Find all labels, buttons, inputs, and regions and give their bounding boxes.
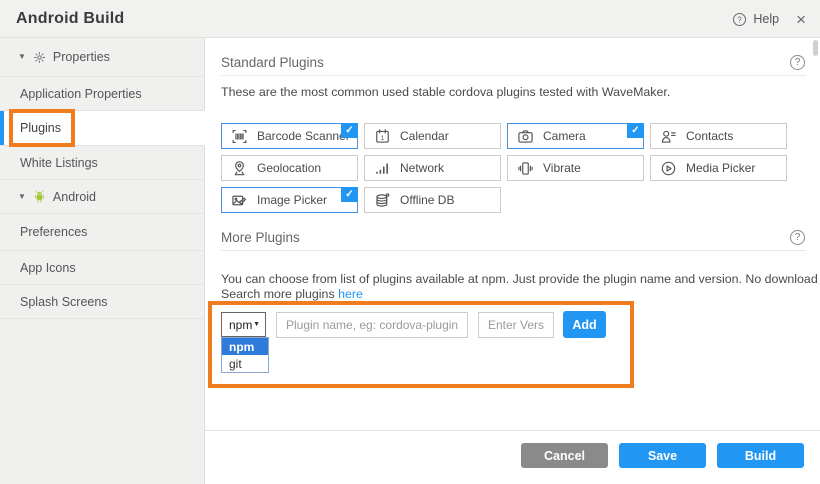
sidebar-item-application-properties[interactable]: Application Properties xyxy=(0,77,205,111)
sidebar-item-label: Plugins xyxy=(20,121,61,135)
sidebar-item-preferences[interactable]: Preferences xyxy=(0,214,205,251)
android-icon xyxy=(33,190,46,203)
check-icon: ✓ xyxy=(341,123,358,138)
sidebar-item-label: App Icons xyxy=(20,261,76,275)
main-content: Standard Plugins ? These are the most co… xyxy=(205,38,820,484)
chevron-down-icon: ▼ xyxy=(18,193,26,201)
sidebar-group-properties[interactable]: ▼ Properties xyxy=(0,38,205,77)
add-button[interactable]: Add xyxy=(563,311,606,338)
sidebar-item-app-icons[interactable]: App Icons xyxy=(0,251,205,285)
help-button[interactable]: ? Help xyxy=(732,12,779,27)
question-circle-icon[interactable]: ? xyxy=(790,230,805,245)
close-icon[interactable]: × xyxy=(796,11,806,28)
svg-text:1: 1 xyxy=(381,134,385,141)
sidebar-item-plugins[interactable]: Plugins xyxy=(0,111,206,146)
plugin-label: Media Picker xyxy=(686,161,755,175)
divider xyxy=(221,250,806,251)
plugin-tile-camera[interactable]: Camera ✓ xyxy=(507,123,644,149)
plugin-label: Geolocation xyxy=(257,161,321,175)
save-button[interactable]: Save xyxy=(619,443,706,468)
calendar-icon: 1 xyxy=(374,128,391,145)
image-picker-icon xyxy=(231,192,248,209)
check-icon: ✓ xyxy=(341,187,358,202)
search-plugins-line: Search more plugins here xyxy=(221,287,363,301)
plugin-label: Barcode Scanner xyxy=(257,129,350,143)
select-value: npm xyxy=(229,318,252,332)
dialog-header: Android Build ? Help × xyxy=(0,0,820,38)
camera-icon xyxy=(517,128,534,145)
sidebar-group-android[interactable]: ▼ Android xyxy=(0,180,205,214)
sidebar-group-label: Properties xyxy=(53,50,110,64)
sidebar: ▼ Properties Application Properties Plug… xyxy=(0,38,205,484)
plugin-label: Offline DB xyxy=(400,193,454,207)
sidebar-item-splash-screens[interactable]: Splash Screens xyxy=(0,285,205,319)
android-build-dialog: Android Build ? Help × ▼ Properties Appl… xyxy=(0,0,820,484)
plugin-label: Contacts xyxy=(686,129,733,143)
check-icon: ✓ xyxy=(627,123,644,138)
search-plugins-text: Search more plugins xyxy=(221,287,335,301)
geolocation-icon xyxy=(231,160,248,177)
sidebar-item-label: Application Properties xyxy=(20,87,142,101)
barcode-icon xyxy=(231,128,248,145)
more-plugins-title: More Plugins xyxy=(221,230,300,245)
chevron-down-icon: ▼ xyxy=(18,53,26,61)
question-circle-icon: ? xyxy=(732,12,747,27)
divider xyxy=(221,75,806,76)
scrollbar-thumb[interactable] xyxy=(813,40,818,56)
plugin-tile-offline-db[interactable]: Offline DB ✓ xyxy=(364,187,501,213)
plugin-tile-barcode-scanner[interactable]: Barcode Scanner ✓ xyxy=(221,123,358,149)
plugin-label: Vibrate xyxy=(543,161,581,175)
sidebar-item-label: Splash Screens xyxy=(20,295,108,309)
gear-icon xyxy=(33,51,46,64)
standard-plugins-title: Standard Plugins xyxy=(221,55,324,70)
cancel-button[interactable]: Cancel xyxy=(521,443,608,468)
network-icon xyxy=(374,160,391,177)
plugin-source-select[interactable]: npm ▼ xyxy=(221,312,266,337)
more-plugins-description: You can choose from list of plugins avai… xyxy=(221,272,820,286)
plugin-source-dropdown: npm git xyxy=(221,337,269,373)
plugin-tile-network[interactable]: Network ✓ xyxy=(364,155,501,181)
plugin-name-input[interactable] xyxy=(276,312,468,338)
question-circle-icon[interactable]: ? xyxy=(790,55,805,70)
plugin-label: Camera xyxy=(543,129,586,143)
plugin-tile-vibrate[interactable]: Vibrate ✓ xyxy=(507,155,644,181)
page-title: Android Build xyxy=(16,0,124,38)
svg-text:?: ? xyxy=(738,15,743,24)
dropdown-option-git[interactable]: git xyxy=(222,355,268,372)
search-plugins-link[interactable]: here xyxy=(338,287,363,301)
plugin-tile-geolocation[interactable]: Geolocation ✓ xyxy=(221,155,358,181)
media-picker-icon xyxy=(660,160,677,177)
plugin-label: Network xyxy=(400,161,444,175)
plugin-tile-media-picker[interactable]: Media Picker ✓ xyxy=(650,155,787,181)
dropdown-option-npm[interactable]: npm xyxy=(222,338,268,355)
build-button[interactable]: Build xyxy=(717,443,804,468)
divider xyxy=(205,430,820,431)
plugin-label: Image Picker xyxy=(257,193,327,207)
vibrate-icon xyxy=(517,160,534,177)
sidebar-group-label: Android xyxy=(53,190,96,204)
plugin-tile-image-picker[interactable]: Image Picker ✓ xyxy=(221,187,358,213)
plugin-tile-calendar[interactable]: 1 Calendar ✓ xyxy=(364,123,501,149)
plugin-tile-contacts[interactable]: Contacts ✓ xyxy=(650,123,787,149)
contacts-icon xyxy=(660,128,677,145)
plugin-version-input[interactable] xyxy=(478,312,554,338)
sidebar-item-label: Preferences xyxy=(20,225,87,239)
plugin-label: Calendar xyxy=(400,129,449,143)
offline-db-icon xyxy=(374,192,391,209)
standard-plugins-description: These are the most common used stable co… xyxy=(221,85,670,99)
caret-down-icon: ▼ xyxy=(253,321,260,328)
sidebar-item-label: White Listings xyxy=(20,156,98,170)
help-label: Help xyxy=(753,12,779,26)
sidebar-item-white-listings[interactable]: White Listings xyxy=(0,146,205,180)
